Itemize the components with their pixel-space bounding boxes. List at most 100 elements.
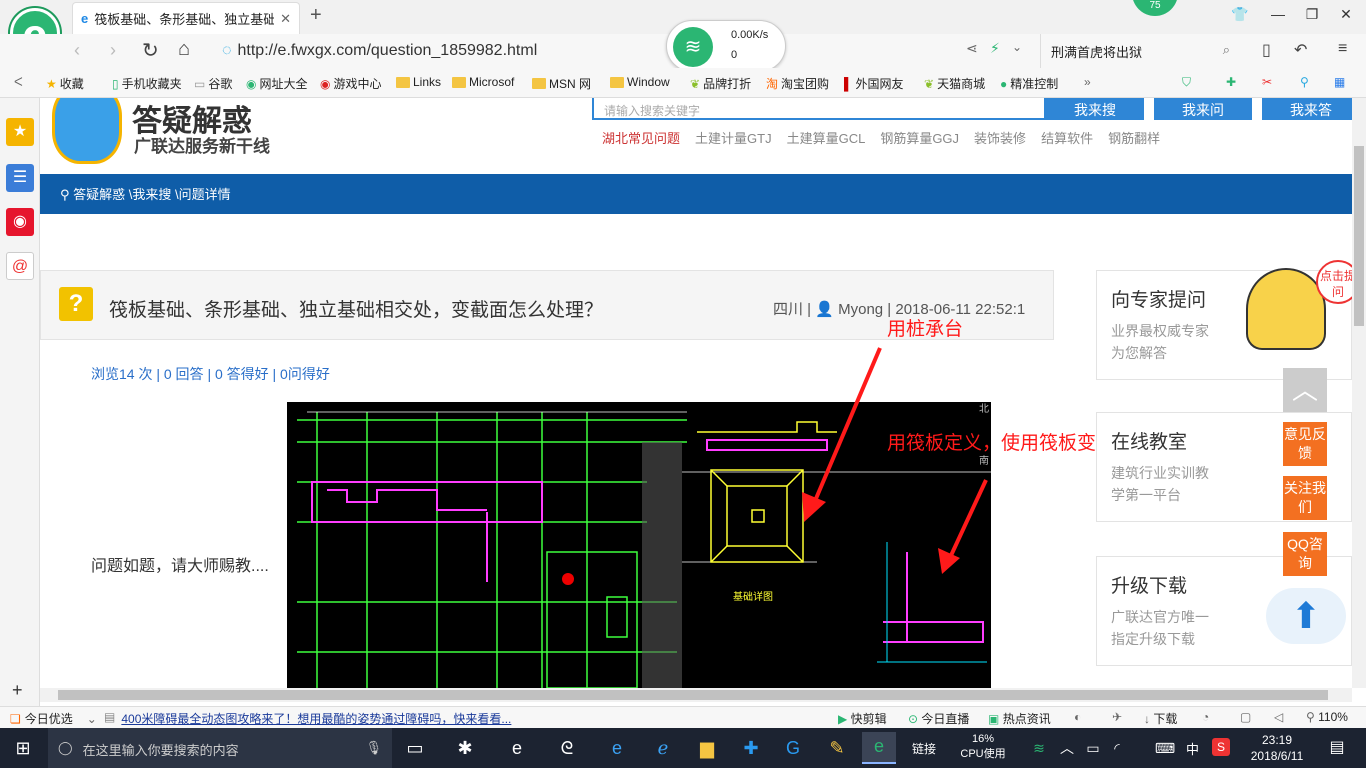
close-button[interactable]: ✕ (1336, 6, 1356, 23)
nav-link-decoration[interactable]: 装饰装修 (974, 128, 1026, 147)
fan-app-icon[interactable]: ✱ (450, 734, 480, 762)
quick-clip[interactable]: ▶ 快剪辑 (838, 710, 887, 727)
plugin-icon[interactable]: ✚ (1226, 75, 1236, 89)
search-button[interactable]: 我来搜 (1046, 98, 1144, 120)
news-ticker[interactable]: ▤ 400米障碍最全动态图攻略来了！想用最酷的姿势通过障碍吗，快来看看... (104, 710, 511, 727)
cpu-usage[interactable]: 16% CPU使用 (956, 732, 1010, 762)
bookmark-tmall[interactable]: ❦ 天猫商城 (924, 75, 985, 92)
follow-us-button[interactable]: 关注我们 (1283, 476, 1327, 520)
blue-plus-app-icon[interactable]: ✚ (736, 734, 766, 762)
bookmark-msn[interactable]: MSN 网 (532, 75, 591, 92)
taskbar-link-label[interactable]: 链接 (912, 740, 936, 757)
g-app-icon[interactable]: G (778, 734, 808, 762)
bookmark-taobao[interactable]: 淘淘宝团购 (766, 75, 829, 92)
window-icon[interactable]: ▢ (1240, 710, 1251, 724)
bookmark-hao[interactable]: ◉ 网址大全 (246, 75, 308, 92)
sidebar-toggle-icon[interactable]: ᐸ (14, 75, 23, 89)
bookmark-brand[interactable]: ❦ 品牌打折 (690, 75, 751, 92)
horizontal-scroll-thumb[interactable] (58, 690, 1328, 700)
sound-icon[interactable]: ◁ (1274, 710, 1283, 724)
dropdown-icon[interactable]: ⌄ (1012, 40, 1022, 54)
taskbar-search-box[interactable]: ◯ 在这里输入你要搜索的内容 🎙 (48, 728, 392, 768)
bookmark-precise[interactable]: ● 精准控制 (1000, 75, 1058, 92)
bookmark-foreign[interactable]: ▌ 外国网友 (844, 75, 904, 92)
forward-icon[interactable]: › (110, 40, 116, 61)
add-sidebar-icon[interactable]: + (12, 680, 23, 701)
url-field[interactable]: ◌ http://e.fwxgx.com/question_1859982.ht… (222, 40, 662, 62)
bookmark-favorites[interactable]: ★ 收藏 (46, 75, 84, 92)
sogou-icon[interactable]: S (1212, 738, 1230, 756)
qq-consult-button[interactable]: QQ咨询 (1283, 532, 1327, 576)
question-author[interactable]: Myong (838, 301, 883, 318)
keyboard-icon[interactable]: ⌨ (1150, 734, 1180, 762)
scissors-icon[interactable]: ✂ (1262, 75, 1272, 89)
nav-link-rebar[interactable]: 钢筋翻样 (1108, 128, 1160, 147)
history-icon[interactable]: ◔ (1202, 710, 1209, 724)
task-view-icon[interactable]: ▭ (400, 734, 430, 762)
menu-icon[interactable]: ≡ (1338, 40, 1347, 58)
back-icon[interactable]: ‹ (74, 40, 80, 61)
mobile-icon[interactable]: ▯ (1262, 40, 1271, 60)
nav-link-settlement[interactable]: 结算软件 (1041, 128, 1093, 147)
file-explorer-icon[interactable]: ▆ (692, 734, 722, 762)
breadcrumb[interactable]: 答疑解惑 \我来搜 \问题详情 (73, 187, 230, 202)
nav-link-hubei[interactable]: 湖北常见问题 (602, 128, 680, 147)
shield-icon[interactable]: ⛉ (1182, 75, 1191, 90)
more-bookmarks-icon[interactable]: » (1084, 75, 1091, 89)
feedback-button[interactable]: 意见反馈 (1283, 422, 1327, 466)
notepad-app-icon[interactable]: ✎ (822, 734, 852, 762)
ie-e-icon[interactable]: e (502, 734, 532, 762)
reading-list-icon[interactable]: ☰ (6, 164, 34, 192)
network-tray-icon[interactable]: ◜ (1102, 734, 1132, 762)
favorites-star-icon[interactable]: ★ (6, 118, 34, 146)
nav-link-gcl[interactable]: 土建算量GCL (787, 128, 866, 147)
ask-button[interactable]: 我来问 (1154, 98, 1252, 120)
back-to-top-button[interactable]: ︿ (1283, 368, 1327, 412)
pin-icon[interactable]: ✈ (1112, 710, 1122, 724)
ime-indicator[interactable]: 中 (1186, 739, 1199, 758)
new-tab-button[interactable]: + (310, 4, 322, 27)
search-icon[interactable]: ⌕ (1223, 42, 1230, 60)
bookmark-games[interactable]: ◉ 游戏中心 (320, 75, 382, 92)
browser-taskbar-icon[interactable]: e (862, 732, 896, 764)
mail-icon[interactable]: @ (6, 252, 34, 280)
magnifier-icon[interactable]: ⚲ (1300, 75, 1309, 89)
grid-icon[interactable]: ▦ (1334, 75, 1345, 89)
wifi-tray-icon[interactable]: ≋ (1024, 734, 1054, 762)
ie-icon[interactable]: ℯ (648, 734, 678, 762)
bookmark-mobile[interactable]: ▯ 手机收藏夹 (112, 75, 182, 92)
windows-start-icon[interactable]: ⊞ (8, 734, 38, 762)
hot-news[interactable]: ▣ 热点资讯 (988, 710, 1051, 727)
bookmark-window[interactable]: Window (610, 75, 670, 89)
zoom-control[interactable]: ⚲ 110% (1306, 710, 1348, 724)
nav-link-ggj[interactable]: 钢筋算量GGJ (880, 128, 959, 147)
vertical-scrollbar[interactable] (1352, 98, 1366, 688)
nav-link-gtj[interactable]: 土建计量GTJ (695, 128, 772, 147)
network-widget[interactable]: ≋ 0.00K/s 0 (666, 20, 786, 72)
ask-badge[interactable]: 点击提问 (1316, 260, 1352, 304)
vertical-scroll-thumb[interactable] (1354, 146, 1364, 326)
action-center-icon[interactable]: ▤ (1322, 734, 1352, 762)
clock[interactable]: 23:19 2018/6/11 (1244, 732, 1310, 764)
bookmark-links[interactable]: Links (396, 75, 441, 89)
speed-icon[interactable]: ◐ (1074, 710, 1081, 724)
home-icon[interactable]: ⌂ (178, 38, 190, 61)
restore-button[interactable]: ❐ (1302, 6, 1322, 23)
undo-icon[interactable]: ↶ (1294, 40, 1307, 60)
minimize-button[interactable]: — (1268, 6, 1288, 22)
today-picks[interactable]: ❏ 今日优选 ⌄ (10, 710, 97, 727)
download-item[interactable]: ↓ 下载 (1144, 710, 1177, 727)
browser-search-field[interactable]: 刑满首虎将出狱 ⌕ (1040, 34, 1240, 68)
site-search-input[interactable]: 请输入搜索关键字 (592, 98, 1046, 120)
refresh-icon[interactable]: ↻ (142, 38, 159, 63)
today-live[interactable]: ⊙ 今日直播 (908, 710, 969, 727)
bookmark-google[interactable]: ▭ 谷歌 (194, 75, 232, 92)
weibo-icon[interactable]: ◉ (6, 208, 34, 236)
lightning-icon[interactable]: ⚡ (990, 40, 1000, 57)
browser-tab[interactable]: e 筏板基础、条形基础、独立基础相 ✕ (72, 2, 300, 34)
swirl-app-icon[interactable]: ᘓ (552, 734, 582, 762)
tab-close-icon[interactable]: ✕ (280, 11, 291, 27)
skin-icon[interactable]: 👕 (1230, 6, 1250, 23)
edge-icon[interactable]: e (602, 734, 632, 762)
horizontal-scrollbar[interactable] (40, 688, 1352, 702)
